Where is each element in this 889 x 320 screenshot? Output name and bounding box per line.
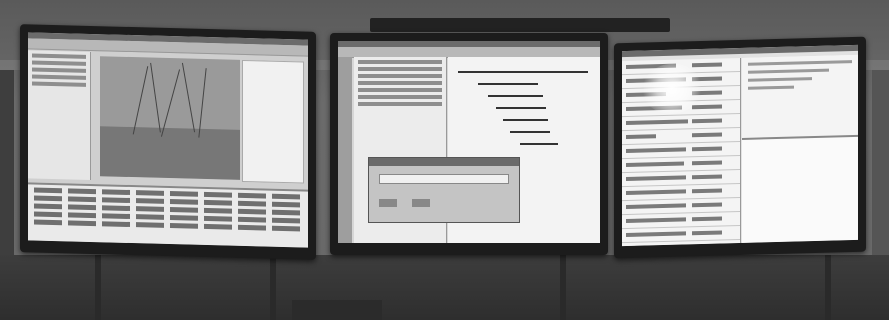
detail-header [742, 54, 858, 140]
gantt-bar [458, 71, 588, 73]
tree-item [32, 67, 86, 73]
task-item [358, 81, 442, 85]
detail-pane [742, 54, 858, 243]
map-region [100, 126, 240, 180]
right-wall-edge [872, 70, 889, 260]
detail-line [748, 77, 812, 82]
screen-center [338, 41, 600, 243]
monitor-stand [560, 255, 566, 320]
task-item [358, 67, 442, 71]
map-line [132, 66, 149, 135]
task-item [358, 60, 442, 64]
detail-line [748, 85, 795, 90]
map-line [150, 62, 161, 133]
map-line [160, 69, 181, 137]
tree-item [32, 74, 86, 80]
gantt-bar [496, 107, 546, 109]
map-line [181, 62, 196, 133]
task-item [358, 102, 442, 106]
attribute-table [28, 182, 308, 248]
dialog-button [379, 199, 397, 207]
properties-pane [242, 59, 304, 184]
tree-item [32, 53, 86, 59]
monitor-stand [270, 255, 276, 320]
gantt-bar [520, 143, 558, 145]
dialog-button [412, 199, 431, 207]
overhead-bar [370, 18, 670, 32]
side-toolbar [338, 57, 352, 243]
floor-object [292, 300, 382, 320]
dialog-box [368, 157, 520, 223]
tree-item [32, 60, 86, 66]
map-line [198, 68, 207, 138]
list-item [622, 226, 740, 244]
photo-scene [0, 0, 889, 320]
task-item [358, 88, 442, 92]
monitor-right [614, 36, 866, 259]
screen-left [28, 32, 308, 248]
layer-tree [28, 50, 91, 180]
gantt-bar [503, 119, 548, 121]
gantt-bar [510, 131, 550, 133]
task-item [358, 95, 442, 99]
monitor-left [20, 24, 316, 260]
monitor-stand [95, 255, 101, 320]
task-item [358, 74, 442, 78]
detail-line [748, 68, 830, 74]
dialog-field [379, 174, 509, 184]
gantt-bar [478, 83, 538, 85]
tree-item [32, 81, 86, 87]
gantt-bar [488, 95, 543, 97]
monitor-stand [825, 255, 831, 320]
map-view [100, 56, 240, 180]
screen-right [622, 44, 858, 247]
floor [0, 255, 889, 320]
left-wall-edge [0, 70, 14, 260]
dialog-title-bar [369, 158, 519, 166]
monitor-center [330, 33, 608, 255]
detail-line [748, 60, 852, 66]
